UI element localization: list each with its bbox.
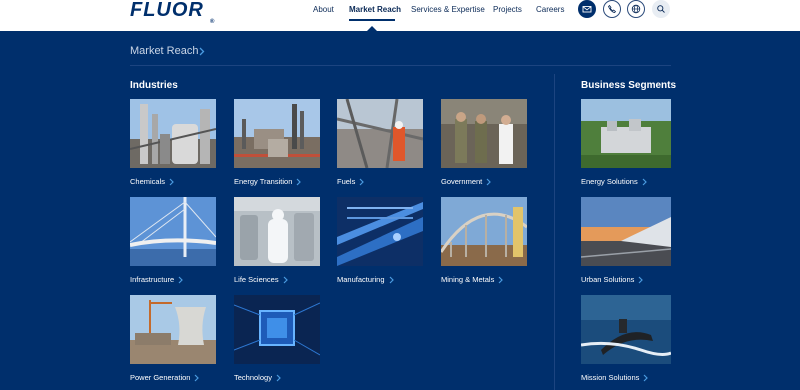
nav-services-expertise[interactable]: Services & Expertise — [411, 5, 485, 14]
chevron-right-icon — [498, 276, 504, 284]
chevron-right-icon — [199, 47, 205, 56]
tile-label: Energy Solutions — [581, 177, 638, 186]
tile-label: Urban Solutions — [581, 275, 635, 284]
globe-icon — [631, 4, 641, 14]
chevron-right-icon — [178, 276, 184, 284]
phone-icon — [608, 4, 617, 14]
tile-label: Technology — [234, 373, 272, 382]
urban-solutions-image — [581, 197, 671, 266]
breadcrumb-market-reach[interactable]: Market Reach — [130, 45, 198, 57]
manufacturing-image — [337, 197, 423, 266]
chevron-right-icon — [359, 178, 365, 186]
tile-label: Mining & Metals — [441, 275, 495, 284]
column-divider — [554, 74, 555, 390]
tile-government[interactable]: Government — [441, 99, 528, 186]
chevron-right-icon — [283, 276, 288, 284]
chevron-right-icon — [195, 374, 200, 382]
chevron-right-icon — [389, 276, 394, 284]
tile-energy-transition[interactable]: Energy Transition — [234, 99, 321, 186]
life-sciences-image — [234, 197, 320, 266]
tile-mining-metals[interactable]: Mining & Metals — [441, 197, 528, 284]
infrastructure-image — [130, 197, 216, 266]
tile-mission-solutions[interactable]: Mission Solutions — [581, 295, 671, 382]
tile-label: Energy Transition — [234, 177, 293, 186]
chemicals-image — [130, 99, 216, 168]
fluor-logo[interactable]: FLUOR ® — [130, 0, 214, 25]
power-generation-image — [130, 295, 216, 364]
mail-icon — [582, 6, 592, 13]
business-segments-heading: Business Segments — [581, 80, 677, 91]
chevron-right-icon — [638, 276, 644, 284]
nav-projects[interactable]: Projects — [493, 5, 522, 14]
mission-solutions-image — [581, 295, 671, 364]
fuels-image — [337, 99, 423, 168]
tile-label: Fuels — [337, 177, 356, 186]
energy-transition-image — [234, 99, 320, 168]
nav-active-underline — [349, 19, 395, 21]
tile-label: Mission Solutions — [581, 373, 640, 382]
tile-technology[interactable]: Technology — [234, 295, 321, 382]
logo-text: FLUOR — [130, 0, 204, 21]
tile-label: Government — [441, 177, 483, 186]
chevron-right-icon — [296, 178, 302, 186]
nav-active-caret — [367, 26, 377, 31]
logo-registered-mark: ® — [210, 19, 216, 25]
tile-fuels[interactable]: Fuels — [337, 99, 424, 186]
nav-market-reach[interactable]: Market Reach — [349, 5, 401, 14]
chevron-right-icon — [642, 178, 647, 186]
tile-chemicals[interactable]: Chemicals — [130, 99, 217, 186]
chevron-right-icon — [643, 374, 649, 382]
mail-button[interactable] — [578, 0, 596, 18]
technology-image — [234, 295, 320, 364]
site-header: FLUOR ® About Market Reach Services & Exp… — [0, 0, 800, 31]
phone-button[interactable] — [603, 0, 621, 18]
nav-careers[interactable]: Careers — [536, 5, 564, 14]
tile-label: Chemicals — [130, 177, 166, 186]
tile-label: Manufacturing — [337, 275, 385, 284]
search-icon — [657, 5, 665, 13]
industries-heading: Industries — [130, 80, 178, 91]
government-image — [441, 99, 527, 168]
mining-metals-image — [441, 197, 527, 266]
tile-label: Life Sciences — [234, 275, 279, 284]
energy-solutions-image — [581, 99, 671, 168]
tile-energy-solutions[interactable]: Energy Solutions — [581, 99, 671, 186]
tile-manufacturing[interactable]: Manufacturing — [337, 197, 424, 284]
tile-life-sciences[interactable]: Life Sciences — [234, 197, 321, 284]
tile-label: Power Generation — [130, 373, 191, 382]
breadcrumb-divider — [130, 65, 671, 66]
tile-power-generation[interactable]: Power Generation — [130, 295, 217, 382]
tile-urban-solutions[interactable]: Urban Solutions — [581, 197, 671, 284]
globe-button[interactable] — [627, 0, 645, 18]
nav-about[interactable]: About — [313, 5, 334, 14]
tile-infrastructure[interactable]: Infrastructure — [130, 197, 217, 284]
tile-label: Infrastructure — [130, 275, 175, 284]
chevron-right-icon — [276, 374, 281, 382]
chevron-right-icon — [486, 178, 492, 186]
chevron-right-icon — [169, 178, 174, 186]
search-button[interactable] — [652, 0, 670, 18]
